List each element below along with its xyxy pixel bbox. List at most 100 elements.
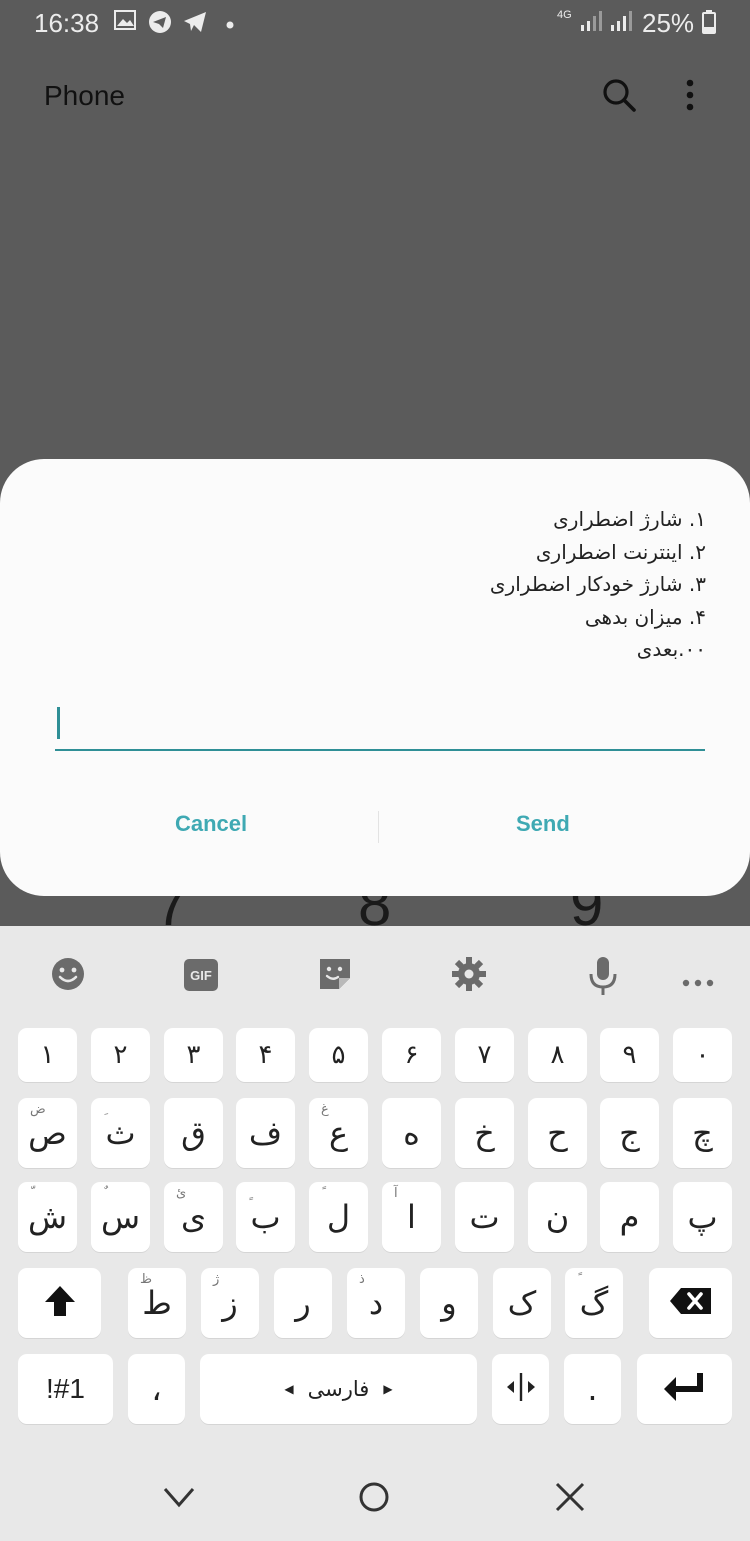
letter-key[interactable]: ق (164, 1098, 223, 1168)
ussd-option: ۰۰.بعدی (636, 637, 706, 661)
letter-key[interactable]: زژ (201, 1268, 259, 1338)
more-icon[interactable] (682, 972, 714, 991)
home-circle-icon[interactable] (358, 1481, 390, 1517)
key-label: ۸ (550, 1040, 565, 1070)
cancel-button[interactable]: Cancel (175, 811, 247, 837)
key-label: گ (579, 1284, 609, 1322)
letter-key[interactable]: عغ (309, 1098, 368, 1168)
letter-key[interactable]: صض (18, 1098, 77, 1168)
number-key[interactable]: ۲ (91, 1028, 150, 1082)
more-vert-icon[interactable] (684, 78, 696, 116)
telegram-circle-icon (148, 10, 172, 39)
backspace-key[interactable] (649, 1268, 732, 1338)
back-chevron-icon[interactable] (163, 1481, 195, 1517)
letter-key[interactable]: سٌ (91, 1182, 150, 1252)
number-key[interactable]: ۶ (382, 1028, 441, 1082)
comma-key[interactable]: ، (128, 1354, 185, 1424)
letter-key[interactable]: یئ (164, 1182, 223, 1252)
key-hint: ظ (140, 1272, 153, 1287)
key-label: ت (469, 1198, 500, 1236)
left-arrow-icon: ◀ (284, 1382, 294, 1396)
letter-key[interactable]: ر (274, 1268, 332, 1338)
key-label: ق (181, 1114, 206, 1152)
letter-key[interactable]: گً (565, 1268, 623, 1338)
key-label: ۶ (404, 1040, 419, 1070)
signal-icon (610, 10, 632, 37)
key-label: ا (407, 1198, 416, 1236)
gif-icon[interactable]: GIF (184, 959, 218, 991)
number-key[interactable]: ۱ (18, 1028, 77, 1082)
key-label: ث (105, 1114, 136, 1152)
letter-key[interactable]: ن (528, 1182, 587, 1252)
enter-key[interactable] (637, 1354, 732, 1424)
key-label: م (619, 1198, 640, 1236)
letter-key[interactable]: م (600, 1182, 659, 1252)
key-label: خ (474, 1114, 495, 1152)
key-label: ع (328, 1114, 349, 1152)
letter-key[interactable]: لً (309, 1182, 368, 1252)
letter-key[interactable]: ت (455, 1182, 514, 1252)
letter-key[interactable]: دذ (347, 1268, 405, 1338)
button-divider (378, 811, 379, 843)
cursor-move-icon (505, 1371, 537, 1407)
ussd-message: ۱. شارژ اضطراری ۲. اینترنت اضطراری ۳. شا… (490, 503, 706, 666)
key-hint: آ (394, 1186, 398, 1201)
letter-key[interactable]: و (420, 1268, 478, 1338)
key-hint: ض (30, 1102, 46, 1117)
letter-key[interactable]: ج (600, 1098, 659, 1168)
number-key[interactable]: ۷ (455, 1028, 514, 1082)
sticker-icon[interactable] (317, 956, 353, 996)
letter-key[interactable]: ف (236, 1098, 295, 1168)
number-key[interactable]: ۳ (164, 1028, 223, 1082)
ussd-reply-input[interactable] (55, 703, 705, 751)
key-label: ر (295, 1284, 311, 1322)
letter-key[interactable]: ه (382, 1098, 441, 1168)
settings-icon[interactable] (451, 956, 487, 996)
telegram-icon (182, 10, 208, 39)
keyboard: GIF ۱۲۳۴۵۶۷۸۹۰ صضثِقفعغهخحجچ شّسٌیئبٍلًا… (0, 926, 750, 1541)
key-hint: ئ (176, 1186, 187, 1201)
letter-key[interactable]: ک (493, 1268, 551, 1338)
letter-key[interactable]: ثِ (91, 1098, 150, 1168)
status-time: 16:38 (34, 8, 100, 38)
key-label: ن (545, 1198, 570, 1236)
network-type: 4G (557, 9, 572, 21)
key-label: ۴ (258, 1040, 273, 1070)
letter-key[interactable]: چ (673, 1098, 732, 1168)
shift-key[interactable] (18, 1268, 101, 1338)
number-key[interactable]: ۰ (673, 1028, 732, 1082)
key-label: و (441, 1284, 457, 1322)
symbols-key[interactable]: !#1 (18, 1354, 113, 1424)
letter-key[interactable]: طظ (128, 1268, 186, 1338)
key-hint: ذ (359, 1272, 365, 1287)
cursor-move-key[interactable] (492, 1354, 549, 1424)
number-key[interactable]: ۹ (600, 1028, 659, 1082)
key-hint: غ (321, 1102, 329, 1117)
mic-icon[interactable] (587, 956, 619, 1000)
close-icon[interactable] (554, 1481, 586, 1517)
key-label: ۹ (622, 1040, 637, 1070)
key-label: د (368, 1284, 384, 1322)
letter-key[interactable]: خ (455, 1098, 514, 1168)
letter-key[interactable]: شّ (18, 1182, 77, 1252)
letter-key[interactable]: ح (528, 1098, 587, 1168)
number-key[interactable]: ۴ (236, 1028, 295, 1082)
number-key[interactable]: ۵ (309, 1028, 368, 1082)
ussd-option: ۴. میزان بدهی (584, 604, 706, 629)
space-key[interactable]: ◀ فارسی ▶ (200, 1354, 477, 1424)
search-icon[interactable] (602, 78, 636, 116)
key-label: ب (250, 1198, 281, 1236)
key-label: ک (507, 1284, 537, 1322)
letter-key[interactable]: پ (673, 1182, 732, 1252)
number-key[interactable]: ۸ (528, 1028, 587, 1082)
letter-key[interactable]: اآ (382, 1182, 441, 1252)
text-cursor (57, 707, 60, 739)
right-arrow-icon: ▶ (383, 1382, 393, 1396)
battery-level: 25% (642, 8, 695, 38)
emoji-icon[interactable] (50, 956, 86, 996)
dot-icon (226, 16, 234, 34)
letter-key[interactable]: بٍ (236, 1182, 295, 1252)
send-button[interactable]: Send (516, 811, 570, 837)
period-key[interactable]: . (564, 1354, 621, 1424)
ussd-option: ۱. شارژ اضطراری (553, 507, 706, 531)
